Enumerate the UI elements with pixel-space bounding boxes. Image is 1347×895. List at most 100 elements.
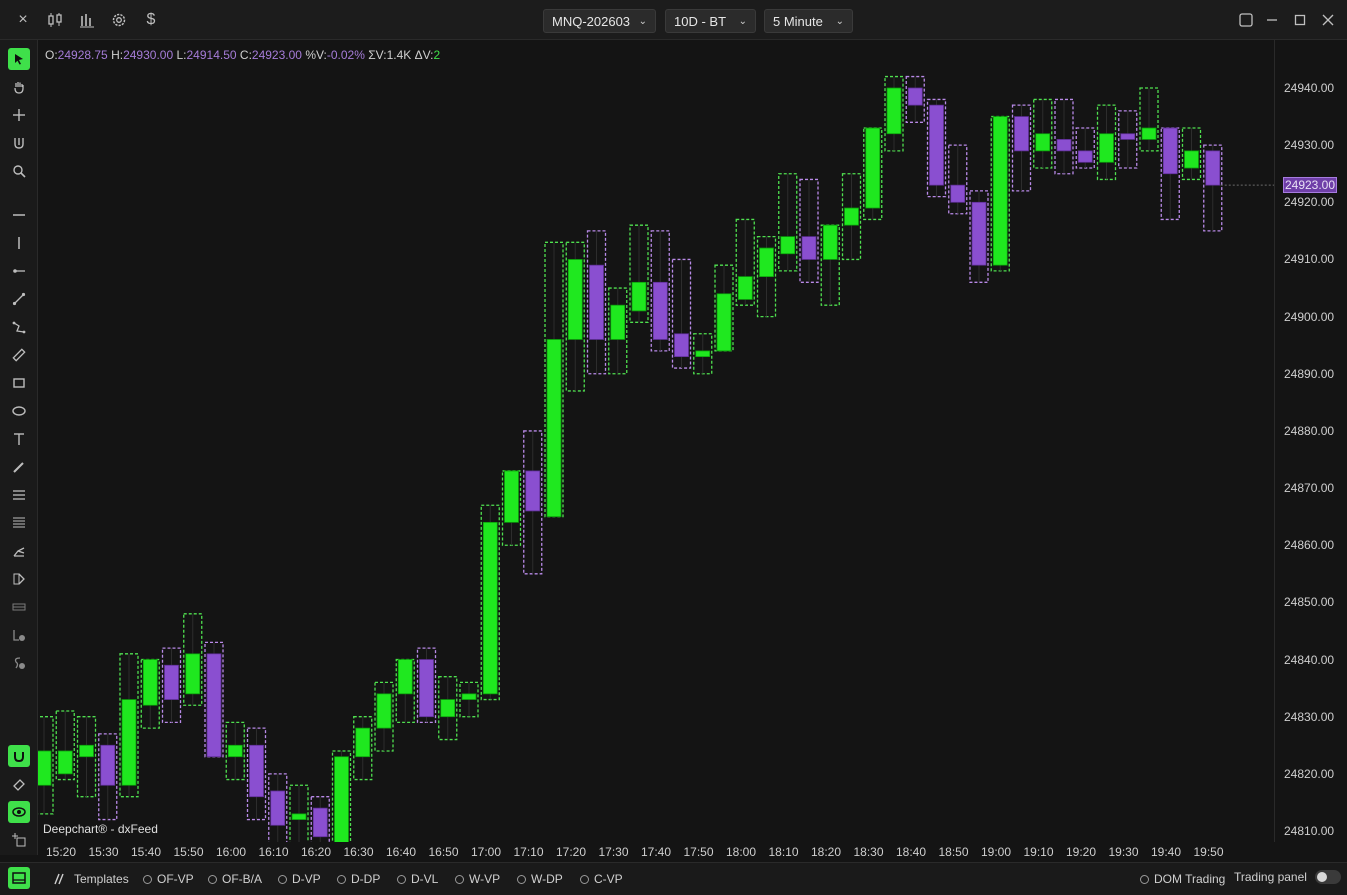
toggle-switch[interactable] — [1314, 870, 1341, 884]
option-radio-d-vp[interactable]: D-VP — [278, 872, 321, 886]
ruler-icon[interactable] — [8, 344, 30, 366]
maximize-icon[interactable] — [1290, 10, 1310, 30]
period-dropdown[interactable]: 10D - BT ⌄ — [665, 9, 756, 33]
candle[interactable] — [523, 430, 543, 575]
dollar-icon[interactable]: $ — [141, 10, 161, 30]
candle[interactable] — [863, 127, 883, 221]
candle[interactable] — [310, 796, 330, 842]
bar-chart-icon[interactable] — [77, 10, 97, 30]
pencil-icon[interactable] — [8, 456, 30, 478]
candle[interactable] — [1075, 127, 1095, 169]
candle[interactable] — [459, 681, 479, 718]
pitchfork-icon[interactable] — [8, 540, 30, 562]
time-axis[interactable]: 15:20 15:30 15:40 15:50 16:00 16:10 16:20 16:30… — [38, 842, 1274, 862]
ellipse-icon[interactable] — [8, 400, 30, 422]
candle[interactable] — [416, 647, 437, 724]
option-radio-of-vp[interactable]: OF-VP — [143, 872, 194, 886]
candle[interactable] — [544, 241, 564, 518]
candle[interactable] — [204, 641, 224, 758]
fibonacci-icon[interactable] — [8, 484, 30, 506]
candle[interactable] — [969, 190, 989, 283]
settings-gear-icon[interactable] — [109, 10, 129, 30]
text-tool-icon[interactable] — [8, 428, 30, 450]
candle[interactable] — [353, 716, 373, 781]
horizontal-line-icon[interactable] — [8, 204, 30, 226]
close-icon[interactable]: × — [13, 10, 33, 30]
candle[interactable] — [565, 241, 585, 392]
candle[interactable] — [586, 230, 607, 375]
candle[interactable] — [1139, 87, 1159, 152]
candle[interactable] — [374, 681, 394, 752]
candle[interactable] — [1118, 110, 1138, 169]
candle[interactable] — [1203, 144, 1223, 232]
candle[interactable] — [778, 173, 798, 272]
candle[interactable] — [948, 144, 968, 215]
dom-trading-radio[interactable]: DOM Trading — [1140, 872, 1225, 886]
vertical-line-icon[interactable] — [8, 232, 30, 254]
ray-line-icon[interactable] — [8, 260, 30, 282]
interval-dropdown[interactable]: 5 Minute ⌄ — [764, 9, 853, 33]
magnet-mode-icon[interactable] — [8, 745, 30, 767]
candle[interactable] — [480, 504, 500, 701]
layout-panel-icon[interactable] — [8, 867, 30, 889]
candle[interactable] — [629, 224, 649, 323]
pointer-icon[interactable] — [8, 48, 30, 70]
candle[interactable] — [714, 264, 734, 352]
hand-pan-icon[interactable] — [8, 76, 30, 98]
candle[interactable] — [38, 716, 54, 815]
option-radio-w-vp[interactable]: W-VP — [455, 872, 500, 886]
option-radio-c-vp[interactable]: C-VP — [580, 872, 623, 886]
candle[interactable] — [140, 658, 160, 729]
long-position-icon[interactable] — [8, 568, 30, 590]
candle[interactable] — [161, 647, 182, 724]
sell-order-icon[interactable] — [8, 652, 30, 674]
candle[interactable] — [1033, 98, 1053, 169]
candle[interactable] — [98, 733, 118, 821]
symbol-dropdown[interactable]: MNQ-202603 ⌄ — [543, 9, 656, 33]
candle[interactable] — [693, 333, 713, 375]
candle[interactable] — [183, 613, 203, 706]
candle[interactable] — [820, 224, 840, 306]
candle[interactable] — [76, 716, 97, 798]
range-icon[interactable] — [8, 596, 30, 618]
templates-button[interactable]: Templates — [52, 872, 129, 886]
candle[interactable] — [1011, 104, 1032, 192]
candle[interactable] — [1160, 127, 1180, 221]
zoom-icon[interactable] — [8, 160, 30, 182]
candle[interactable] — [990, 115, 1010, 272]
candle[interactable] — [884, 75, 904, 152]
price-chart[interactable] — [38, 40, 1274, 842]
candle[interactable] — [438, 676, 458, 741]
visibility-eye-icon[interactable] — [8, 801, 30, 823]
option-radio-d-dp[interactable]: D-DP — [337, 872, 380, 886]
candle[interactable] — [55, 710, 75, 781]
candle[interactable] — [119, 653, 139, 798]
levels-icon[interactable] — [8, 512, 30, 534]
candle[interactable] — [331, 750, 352, 842]
magnet-snap-icon[interactable] — [8, 132, 30, 154]
detach-window-icon[interactable] — [1236, 10, 1256, 30]
candle[interactable] — [1096, 104, 1117, 181]
candle[interactable] — [841, 173, 862, 261]
candle[interactable] — [608, 287, 628, 375]
polyline-icon[interactable] — [8, 316, 30, 338]
candle[interactable] — [1054, 98, 1074, 175]
candle[interactable] — [1181, 127, 1202, 181]
candle[interactable] — [395, 658, 415, 724]
candle[interactable] — [246, 727, 267, 821]
candle[interactable] — [735, 218, 755, 306]
option-radio-of-b-a[interactable]: OF-B/A — [208, 872, 262, 886]
minimize-icon[interactable] — [1262, 10, 1282, 30]
candle[interactable] — [671, 258, 692, 369]
window-close-icon[interactable] — [1318, 10, 1338, 30]
add-layer-icon[interactable] — [8, 829, 30, 851]
candle[interactable] — [225, 721, 245, 781]
candle[interactable] — [799, 178, 819, 283]
candle[interactable] — [501, 470, 522, 546]
candle[interactable] — [926, 98, 947, 198]
option-radio-d-vl[interactable]: D-VL — [397, 872, 438, 886]
buy-order-icon[interactable] — [8, 624, 30, 646]
crosshair-icon[interactable] — [8, 104, 30, 126]
trend-line-icon[interactable] — [8, 288, 30, 310]
rectangle-icon[interactable] — [8, 372, 30, 394]
